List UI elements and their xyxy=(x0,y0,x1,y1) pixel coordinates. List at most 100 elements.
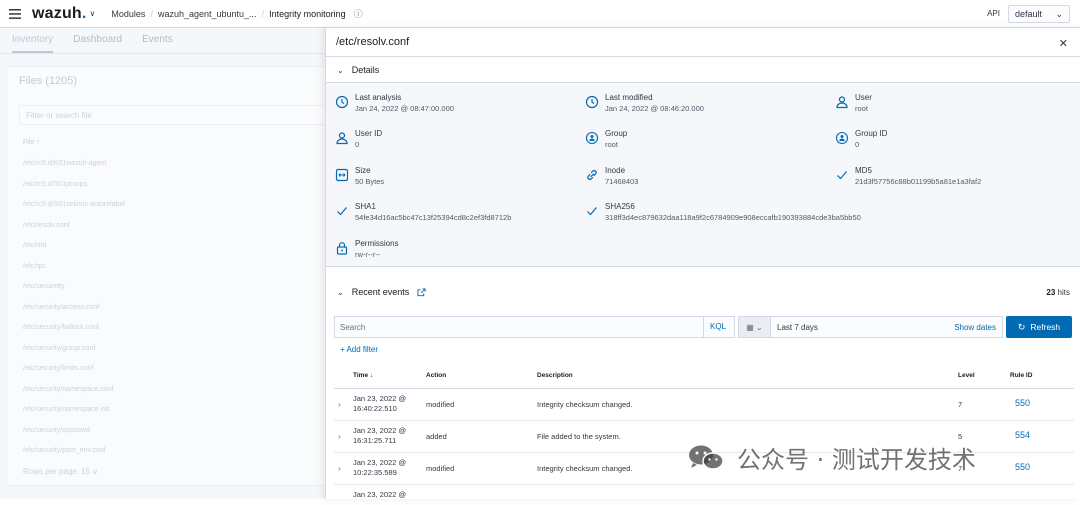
hits-count: 23 hits xyxy=(1046,288,1070,297)
detail-value: Jan 24, 2022 @ 08:47:00.000 xyxy=(355,104,454,113)
column-header-rule-id[interactable]: Rule ID xyxy=(1010,372,1032,379)
detail-value: 0 xyxy=(855,140,860,149)
file-row[interactable]: /etc/security/namespace.init xyxy=(23,406,109,413)
add-filter-link[interactable]: + Add filter xyxy=(340,345,378,354)
date-range[interactable]: Last 7 days xyxy=(777,323,818,332)
tab-inventory[interactable]: Inventory xyxy=(12,34,54,53)
details-body: Last analysis Jan 24, 2022 @ 08:47:00.00… xyxy=(326,82,1080,267)
background-page: Inventory Dashboard Events Files (1205) … xyxy=(0,28,336,499)
row-action: modified xyxy=(426,464,455,473)
rows-per-page[interactable]: Rows per page: 15 ∨ xyxy=(23,467,98,476)
column-header-action[interactable]: Action xyxy=(426,372,446,379)
file-row[interactable]: /etc/rc5.d/S01selinux-autorelabel xyxy=(23,201,125,208)
api-label: API xyxy=(987,9,1000,18)
breadcrumb-current: Integrity monitoring xyxy=(269,8,346,19)
file-row[interactable]: /etc/resolv.conf xyxy=(23,222,70,229)
detail-value: 21d3f57756c88b01199b5a81e1a3faf2 xyxy=(855,177,982,186)
check-icon xyxy=(837,171,847,180)
file-row[interactable]: /etc/rpc xyxy=(23,263,46,270)
file-row[interactable]: /etc/rc5.d/S01procps xyxy=(23,181,87,188)
table-row[interactable]: › Jan 23, 2022 @ 16:40:22.510 modified I… xyxy=(334,389,1074,421)
file-row[interactable]: /etc/security/group.conf xyxy=(23,345,95,352)
clock-icon xyxy=(585,95,599,109)
user-icon xyxy=(336,132,348,145)
file-column-header[interactable]: File ↑ xyxy=(23,139,40,146)
calendar-icon[interactable]: ▦ ⌄ xyxy=(739,317,771,337)
link-icon xyxy=(587,170,597,180)
show-dates-link[interactable]: Show dates xyxy=(954,323,996,332)
logo-chevron-icon[interactable]: ∨ xyxy=(90,9,96,18)
detail-label: Permissions xyxy=(355,239,399,248)
menu-icon[interactable] xyxy=(0,0,30,28)
tab-dashboard[interactable]: Dashboard xyxy=(73,34,122,53)
date-picker[interactable]: ▦ ⌄ Last 7 days Show dates xyxy=(738,316,1003,338)
detail-label: SHA1 xyxy=(355,202,376,211)
detail-value: Jan 24, 2022 @ 08:46:20.000 xyxy=(605,104,704,113)
file-row[interactable]: /etc/security/access.conf xyxy=(23,304,99,311)
details-accordion-toggle[interactable]: ⌄ Details xyxy=(326,58,1080,82)
row-action: modified xyxy=(426,400,455,409)
detail-label: Last modified xyxy=(605,93,653,102)
files-panel: Files (1205) Filter or search file File … xyxy=(6,66,336,486)
row-rule-link[interactable]: 550 xyxy=(1015,462,1030,472)
recent-events-label: Recent events xyxy=(351,287,410,297)
divider xyxy=(703,317,704,337)
file-row[interactable]: /etc/rmt xyxy=(23,242,46,249)
external-link-icon[interactable] xyxy=(417,287,426,297)
check-icon xyxy=(587,207,597,216)
info-icon[interactable]: ⓘ xyxy=(354,7,363,20)
refresh-button[interactable]: ↻ Refresh xyxy=(1006,316,1072,338)
column-header-level[interactable]: Level xyxy=(958,372,975,379)
kql-toggle[interactable]: KQL xyxy=(710,322,726,331)
api-select[interactable]: default ⌄ xyxy=(1008,5,1070,23)
detail-label: Group xyxy=(605,129,628,138)
detail-value: 71468403 xyxy=(605,177,639,186)
tab-events[interactable]: Events xyxy=(142,34,173,53)
search-input[interactable]: Search KQL xyxy=(334,316,735,338)
row-description: File added to the system. xyxy=(537,432,621,441)
row-rule-link[interactable]: 554 xyxy=(1015,430,1030,440)
detail-label: Group ID xyxy=(855,129,888,138)
chevron-right-icon[interactable]: › xyxy=(338,464,341,473)
wazuh-logo[interactable]: wazuh. xyxy=(32,5,87,23)
table-row[interactable]: Jan 23, 2022 @ xyxy=(334,485,1074,505)
row-time: Jan 23, 2022 @ 16:40:22.510 xyxy=(353,394,407,413)
detail-label: MD5 xyxy=(855,166,872,175)
detail-label: SHA256 xyxy=(605,202,635,211)
detail-label: Last analysis xyxy=(355,93,402,102)
user-icon xyxy=(836,96,848,109)
chevron-down-icon: ⌄ xyxy=(337,287,344,297)
files-filter-input[interactable]: Filter or search file xyxy=(19,105,329,125)
row-time: Jan 23, 2022 @ 10:22:35.589 xyxy=(353,458,407,477)
recent-events-accordion-toggle[interactable]: ⌄ Recent events xyxy=(326,280,1080,304)
file-row[interactable]: /etc/security/faillock.conf xyxy=(23,324,99,331)
column-header-description[interactable]: Description xyxy=(537,372,573,379)
wechat-logo-icon xyxy=(689,445,724,470)
close-icon[interactable]: ✕ xyxy=(1059,37,1068,50)
breadcrumb-agent[interactable]: wazuh_agent_ubuntu_... xyxy=(154,9,261,19)
row-description: Integrity checksum changed. xyxy=(537,464,633,473)
detail-value: 0 xyxy=(355,140,360,149)
detail-value: rw-r--r-- xyxy=(355,250,381,259)
row-time: Jan 23, 2022 @ 16:31:25.711 xyxy=(353,426,407,445)
chevron-down-icon: ⌄ xyxy=(1055,9,1063,19)
details-label: Details xyxy=(351,65,380,75)
search-placeholder: Search xyxy=(340,323,366,332)
lock-icon xyxy=(336,242,348,255)
file-row[interactable]: /etc/securetty xyxy=(23,283,65,290)
chevron-right-icon[interactable]: › xyxy=(338,400,341,409)
divider xyxy=(326,56,1080,57)
file-row[interactable]: /etc/security/pam_env.conf xyxy=(23,447,106,454)
row-rule-link[interactable]: 550 xyxy=(1015,398,1030,408)
detail-value: root xyxy=(605,140,618,149)
file-row[interactable]: /etc/security/opasswd xyxy=(23,427,90,434)
detail-value: 318ff3d4ec879632daa118a9f2c6784909e908ec… xyxy=(605,213,861,222)
chevron-right-icon[interactable]: › xyxy=(338,432,341,441)
column-header-time[interactable]: Time ↓ xyxy=(353,372,373,379)
tab-bar: Inventory Dashboard Events xyxy=(0,28,326,54)
file-row[interactable]: /etc/rc6.d/K01wazuh-agent xyxy=(23,160,106,167)
breadcrumb-modules[interactable]: Modules xyxy=(107,9,149,19)
check-icon xyxy=(337,207,347,216)
file-row[interactable]: /etc/security/limits.conf xyxy=(23,365,93,372)
file-row[interactable]: /etc/security/namespace.conf xyxy=(23,386,114,393)
